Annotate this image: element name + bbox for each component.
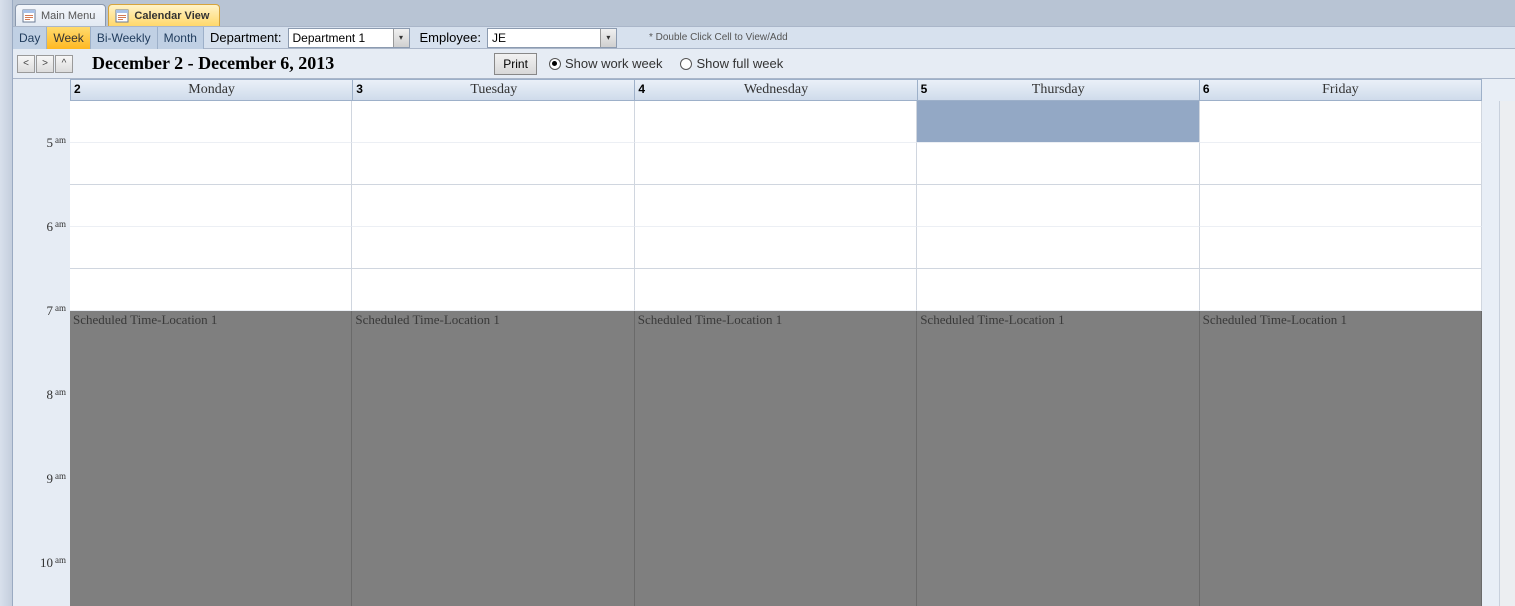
calendar-cell[interactable] [1200, 185, 1482, 227]
dropdown-icon[interactable]: ▾ [600, 29, 616, 47]
time-label: 9am [47, 471, 67, 487]
scheduled-event[interactable]: Scheduled Time-Location 1 [70, 311, 352, 606]
view-day-button[interactable]: Day [13, 27, 47, 49]
department-label: Department: [204, 30, 288, 45]
day-name: Monday [71, 80, 352, 100]
tab-main-menu[interactable]: Main Menu [15, 4, 106, 26]
prev-button[interactable]: < [17, 55, 35, 73]
nav-row: < > ^ December 2 - December 6, 2013 Prin… [13, 49, 1515, 79]
radio-work-week[interactable]: Show work week [549, 56, 663, 71]
day-number: 4 [638, 82, 645, 96]
employee-input[interactable] [488, 29, 600, 47]
department-input[interactable] [289, 29, 393, 47]
scheduled-event[interactable]: Scheduled Time-Location 1 [917, 311, 1199, 606]
scheduled-event[interactable]: Scheduled Time-Location 1 [635, 311, 917, 606]
calendar-cell[interactable] [917, 101, 1199, 143]
calendar-cell[interactable] [635, 185, 917, 227]
calendar-cell[interactable] [70, 101, 352, 143]
calendar-area: 2Monday3Tuesday4Wednesday5Thursday6Frida… [13, 79, 1515, 606]
calendar-cell[interactable] [917, 185, 1199, 227]
day-header[interactable]: 5Thursday [918, 79, 1200, 101]
next-button[interactable]: > [36, 55, 54, 73]
calendar-cell[interactable] [1200, 227, 1482, 269]
employee-label: Employee: [414, 30, 487, 45]
view-month-button[interactable]: Month [158, 27, 204, 49]
view-toolbar: Day Week Bi-Weekly Month Department: ▾ E… [13, 27, 1515, 49]
scrollbar[interactable] [1499, 101, 1515, 606]
calendar-cell[interactable] [1200, 143, 1482, 185]
day-header[interactable]: 4Wednesday [635, 79, 917, 101]
day-name: Tuesday [353, 80, 634, 100]
form-icon [22, 9, 36, 23]
hint-text: * Double Click Cell to View/Add [649, 32, 788, 43]
calendar-cell[interactable] [635, 101, 917, 143]
employee-select[interactable]: ▾ [487, 28, 617, 48]
tab-bar: Main Menu Calendar View [13, 0, 1515, 26]
calendar-cell[interactable] [917, 227, 1199, 269]
day-header[interactable]: 2Monday [70, 79, 353, 101]
department-select[interactable]: ▾ [288, 28, 410, 48]
day-number: 5 [921, 82, 928, 96]
time-label: 7am [47, 303, 67, 319]
calendar-cell[interactable] [352, 185, 634, 227]
day-name: Friday [1200, 80, 1481, 100]
time-label: 10am [40, 555, 66, 571]
tab-calendar-view[interactable]: Calendar View [108, 4, 220, 26]
day-number: 6 [1203, 82, 1210, 96]
calendar-cell[interactable] [70, 227, 352, 269]
scheduled-event[interactable]: Scheduled Time-Location 1 [352, 311, 634, 606]
content-panel: Day Week Bi-Weekly Month Department: ▾ E… [13, 26, 1515, 606]
day-name: Thursday [918, 80, 1199, 100]
day-header[interactable]: 3Tuesday [353, 79, 635, 101]
radio-icon [549, 58, 561, 70]
radio-label: Show full week [696, 56, 783, 71]
day-header[interactable]: 6Friday [1200, 79, 1482, 101]
calendar-cell[interactable] [635, 227, 917, 269]
up-button[interactable]: ^ [55, 55, 73, 73]
calendar-cell[interactable] [352, 227, 634, 269]
calendar-cell[interactable] [352, 269, 634, 311]
day-header-row: 2Monday3Tuesday4Wednesday5Thursday6Frida… [70, 79, 1482, 101]
scheduled-event[interactable]: Scheduled Time-Location 1 [1200, 311, 1482, 606]
view-biweekly-button[interactable]: Bi-Weekly [91, 27, 158, 49]
tab-label: Calendar View [134, 10, 209, 22]
calendar-cell[interactable] [635, 269, 917, 311]
day-number: 3 [356, 82, 363, 96]
calendar-cell[interactable] [1200, 269, 1482, 311]
dropdown-icon[interactable]: ▾ [393, 29, 409, 47]
view-week-button[interactable]: Week [47, 27, 90, 49]
form-icon [115, 9, 129, 23]
time-label: 8am [47, 387, 67, 403]
day-name: Wednesday [635, 80, 916, 100]
calendar-grid[interactable]: Scheduled Time-Location 1Scheduled Time-… [70, 101, 1482, 606]
tab-label: Main Menu [41, 10, 95, 22]
time-label: 5am [47, 135, 67, 151]
radio-full-week[interactable]: Show full week [680, 56, 783, 71]
calendar-cell[interactable] [70, 185, 352, 227]
calendar-cell[interactable] [917, 143, 1199, 185]
calendar-cell[interactable] [635, 143, 917, 185]
calendar-cell[interactable] [1200, 101, 1482, 143]
calendar-cell[interactable] [352, 101, 634, 143]
print-button[interactable]: Print [494, 53, 537, 75]
day-number: 2 [74, 82, 81, 96]
time-label: 6am [47, 219, 67, 235]
radio-label: Show work week [565, 56, 663, 71]
calendar-cell[interactable] [70, 269, 352, 311]
calendar-cell[interactable] [352, 143, 634, 185]
calendar-cell[interactable] [917, 269, 1199, 311]
left-rail [0, 0, 13, 606]
scroll-gutter [1482, 79, 1515, 606]
date-range-title: December 2 - December 6, 2013 [92, 53, 334, 74]
radio-icon [680, 58, 692, 70]
calendar-cell[interactable] [70, 143, 352, 185]
